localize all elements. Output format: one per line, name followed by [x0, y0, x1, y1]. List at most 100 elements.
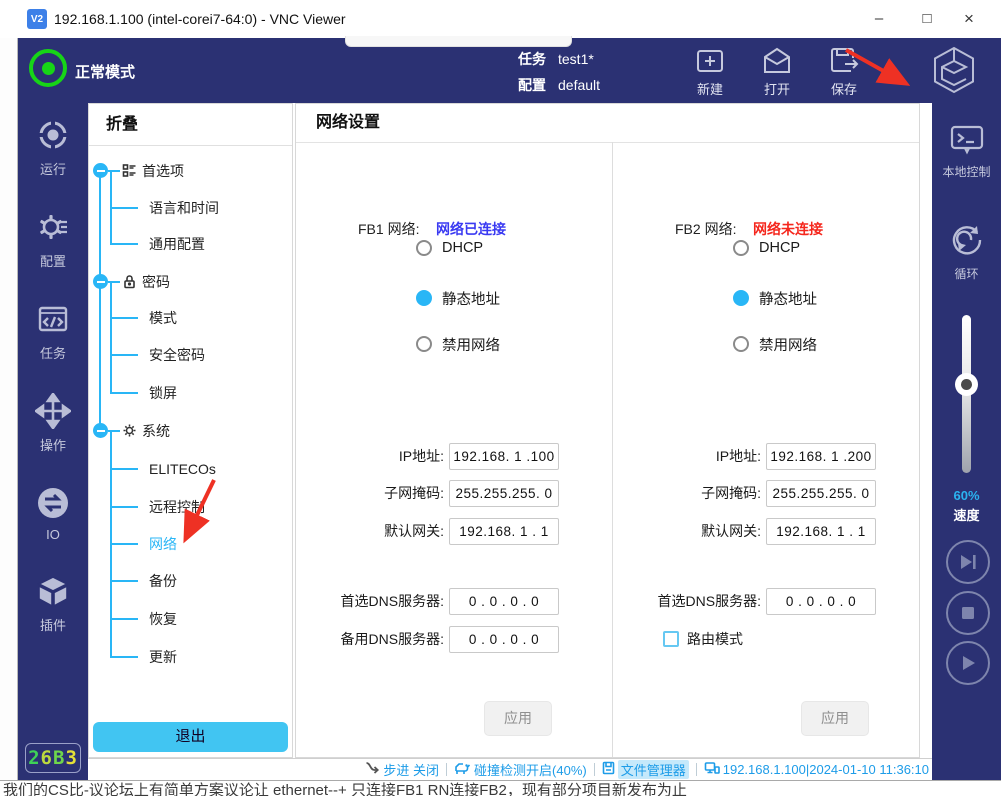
tree-group-password[interactable]: 密码 — [89, 268, 292, 296]
fb2-ip-label: IP地址: — [613, 443, 761, 470]
radio-icon[interactable] — [416, 336, 432, 352]
play-button[interactable] — [946, 641, 990, 685]
fb1-ip-input[interactable]: 192.168. 1 .100 — [449, 443, 559, 470]
sidebar-item-operate[interactable]: 操作 — [35, 393, 71, 454]
fb2-gateway-input[interactable]: 192.168. 1 . 1 — [766, 518, 876, 545]
sidebar-item-label: 配置 — [40, 251, 66, 270]
tree-group-preferences[interactable]: 首选项 — [89, 157, 292, 185]
local-control-label: 本地控制 — [942, 163, 990, 180]
sidebar-item-config[interactable]: 配置 — [35, 209, 71, 270]
fb2-ip-input[interactable]: 192.168. 1 .200 — [766, 443, 876, 470]
tree-item-update[interactable]: 更新 — [89, 643, 292, 671]
tree-item-safety-password[interactable]: 安全密码 — [89, 341, 292, 369]
connection-status[interactable]: 192.168.1.100|2024-01-10 11:36:10 — [704, 761, 929, 778]
exit-button[interactable]: 退出 — [93, 722, 288, 752]
route-mode-checkbox[interactable] — [663, 631, 679, 647]
collision-detect-icon — [454, 761, 471, 778]
radio-icon[interactable] — [733, 240, 749, 256]
cube-icon — [35, 573, 71, 612]
tree-item-backup[interactable]: 备份 — [89, 567, 292, 595]
tree-item-elitecos[interactable]: ELITECOs — [89, 455, 292, 483]
new-task-button[interactable]: 新建 — [681, 44, 739, 100]
close-button[interactable]: × — [952, 0, 986, 38]
save-icon — [827, 44, 861, 78]
radio-icon[interactable] — [733, 336, 749, 352]
fb2-route-mode-row: 路由模式 — [613, 626, 920, 653]
sidebar-item-io[interactable]: IO — [35, 485, 71, 542]
speed-slider-handle[interactable] — [955, 373, 978, 396]
fb2-gateway-label: 默认网关: — [613, 518, 761, 545]
fb2-column: FB2 网络: 网络未连接 DHCP 静态地址 禁用网络 IP地址: 192.1… — [612, 142, 920, 757]
open-task-button[interactable]: 打开 — [748, 44, 806, 100]
sidebar-item-label: 操作 — [40, 435, 66, 454]
tree-item-general-config[interactable]: 通用配置 — [89, 230, 292, 258]
minimize-button[interactable]: – — [862, 0, 896, 38]
new-task-label: 新建 — [697, 79, 723, 98]
sidebar-item-label: 插件 — [40, 615, 66, 634]
mode-indicator-icon[interactable] — [29, 49, 67, 87]
tree-collapse-header[interactable]: 折叠 — [89, 104, 292, 146]
tree-group-system[interactable]: 系统 — [89, 417, 292, 445]
sidebar-item-local-control[interactable]: 本地控制 — [932, 123, 1001, 180]
fb2-dns1-label: 首选DNS服务器: — [613, 588, 761, 615]
radio-icon[interactable] — [733, 290, 749, 306]
background-window-edge — [0, 38, 18, 780]
step-forward-button[interactable] — [946, 540, 990, 584]
collision-detection-toggle[interactable]: 碰撞检测开启(40%) — [454, 760, 587, 779]
tree-item-restore[interactable]: 恢复 — [89, 605, 292, 633]
stop-button[interactable] — [946, 591, 990, 635]
fb2-apply-button[interactable]: 应用 — [801, 701, 869, 736]
fb1-gateway-input[interactable]: 192.168. 1 . 1 — [449, 518, 559, 545]
radio-icon[interactable] — [416, 290, 432, 306]
run-icon — [35, 117, 71, 156]
fb2-radio-disable[interactable]: 禁用网络 — [613, 332, 920, 356]
collapse-minus-icon[interactable] — [93, 274, 108, 289]
collapse-minus-icon[interactable] — [93, 423, 108, 438]
tree-item-network[interactable]: 网络 — [89, 530, 292, 558]
window-title: 192.168.1.100 (intel-corei7-64:0) - VNC … — [54, 0, 346, 38]
step-mode-toggle[interactable]: 步进 关闭 — [365, 760, 439, 779]
radio-icon[interactable] — [416, 240, 432, 256]
tree-item-remote-control[interactable]: 远程控制 — [89, 493, 292, 521]
fb2-radio-dhcp[interactable]: DHCP — [613, 236, 920, 260]
fb1-radio-static[interactable]: 静态地址 — [296, 286, 612, 310]
sidebar-item-plugin[interactable]: 插件 — [35, 573, 71, 634]
maximize-button[interactable]: □ — [910, 0, 944, 38]
window-titlebar: V2 192.168.1.100 (intel-corei7-64:0) - V… — [0, 0, 1001, 38]
elite-robot-logo-icon — [930, 45, 978, 100]
tree-item-language-time[interactable]: 语言和时间 — [89, 194, 292, 222]
fb2-mask-input[interactable]: 255.255.255. 0 — [766, 480, 876, 507]
open-file-icon — [760, 44, 794, 78]
vnc-toolbar-tab[interactable] — [345, 36, 572, 47]
save-task-button[interactable]: 保存 — [815, 44, 873, 100]
task-label: 任务 — [518, 46, 546, 72]
task-value: test1* — [558, 46, 594, 72]
loop-label: 循环 — [954, 265, 978, 282]
speed-label: 速度 — [932, 505, 1001, 524]
fb1-dns1-input[interactable]: 0 . 0 . 0 . 0 — [449, 588, 559, 615]
fb1-radio-disable[interactable]: 禁用网络 — [296, 332, 612, 356]
fb2-mask-label: 子网掩码: — [613, 480, 761, 507]
network-settings-panel: 网络设置 FB1 网络: 网络已连接 DHCP 静态地址 禁用网络 IP地址: … — [295, 103, 920, 758]
fb1-mask-input[interactable]: 255.255.255. 0 — [449, 480, 559, 507]
config-label: 配置 — [518, 72, 546, 98]
route-mode-label: 路由模式 — [687, 626, 743, 653]
new-file-icon — [693, 44, 727, 78]
tree-item-lock-screen[interactable]: 锁屏 — [89, 379, 292, 407]
task-config-block: 任务 test1* 配置 default — [518, 46, 600, 98]
file-manager-button[interactable]: 文件管理器 — [602, 760, 689, 779]
fb1-gateway-label: 默认网关: — [296, 518, 444, 545]
fb2-dns1-input[interactable]: 0 . 0 . 0 . 0 — [766, 588, 876, 615]
collapse-minus-icon[interactable] — [93, 163, 108, 178]
sidebar-item-loop[interactable]: 循环 — [932, 221, 1001, 282]
fb1-column: FB1 网络: 网络已连接 DHCP 静态地址 禁用网络 IP地址: 192.1… — [296, 142, 612, 757]
fb2-radio-static[interactable]: 静态地址 — [613, 286, 920, 310]
fb1-radio-dhcp[interactable]: DHCP — [296, 236, 612, 260]
terminal-icon — [948, 123, 986, 160]
sidebar-item-run[interactable]: 运行 — [35, 117, 71, 178]
tree-item-mode[interactable]: 模式 — [89, 304, 292, 332]
sidebar-item-task[interactable]: 任务 — [35, 301, 71, 362]
fb1-dns2-input[interactable]: 0 . 0 . 0 . 0 — [449, 626, 559, 653]
fb1-apply-button[interactable]: 应用 — [484, 701, 552, 736]
network-monitor-icon — [704, 761, 720, 778]
